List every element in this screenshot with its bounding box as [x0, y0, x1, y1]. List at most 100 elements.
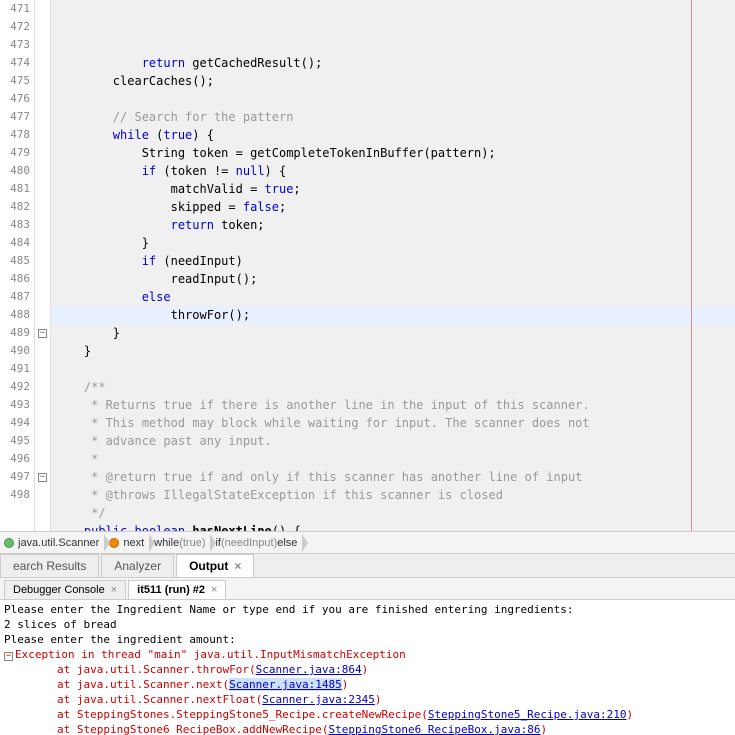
source-link[interactable]: Scanner.java:864 — [256, 663, 362, 676]
line-number: 475 — [0, 72, 30, 90]
panel-tab[interactable]: Output× — [176, 554, 254, 577]
code-line[interactable]: if (token != null) { — [51, 162, 735, 180]
code-line[interactable]: matchValid = true; — [51, 180, 735, 198]
exception-line: −Exception in thread "main" java.util.In… — [4, 647, 731, 662]
source-link[interactable]: Scanner.java:2345 — [262, 693, 375, 706]
source-link[interactable]: Scanner.java:1485 — [229, 678, 342, 691]
breadcrumb-item[interactable]: if (needInput) else — [211, 532, 303, 553]
method-icon — [109, 538, 119, 548]
code-line[interactable]: clearCaches(); — [51, 72, 735, 90]
code-line[interactable]: public boolean hasNextLine() { — [51, 522, 735, 531]
line-number: 482 — [0, 198, 30, 216]
line-number: 486 — [0, 270, 30, 288]
fold-cell — [35, 234, 50, 252]
close-icon[interactable]: × — [211, 584, 217, 596]
fold-cell — [35, 486, 50, 504]
line-number: 488 — [0, 306, 30, 324]
line-number: 483 — [0, 216, 30, 234]
line-number-gutter: 4714724734744754764774784794804814824834… — [0, 0, 35, 531]
fold-cell — [35, 162, 50, 180]
code-line[interactable]: skipped = false; — [51, 198, 735, 216]
code-line[interactable]: if (needInput) — [51, 252, 735, 270]
console-output[interactable]: Please enter the Ingredient Name or type… — [0, 600, 735, 735]
stack-frame: at SteppingStone6_RecipeBox.addNewRecipe… — [4, 722, 731, 735]
code-line[interactable]: } — [51, 342, 735, 360]
collapse-icon[interactable]: − — [4, 652, 13, 661]
fold-cell — [35, 54, 50, 72]
line-number: 491 — [0, 360, 30, 378]
line-number: 492 — [0, 378, 30, 396]
fold-cell — [35, 180, 50, 198]
line-number: 478 — [0, 126, 30, 144]
code-line[interactable] — [51, 90, 735, 108]
code-line[interactable]: readInput(); — [51, 270, 735, 288]
code-line[interactable]: } — [51, 324, 735, 342]
fold-cell — [35, 198, 50, 216]
code-line[interactable]: while (true) { — [51, 126, 735, 144]
source-link[interactable]: SteppingStone6_RecipeBox.java:86 — [329, 723, 541, 735]
line-number: 477 — [0, 108, 30, 126]
line-number: 487 — [0, 288, 30, 306]
breadcrumb-item[interactable]: while (true) — [150, 532, 211, 553]
code-content[interactable]: return getCachedResult(); clearCaches();… — [51, 0, 735, 531]
fold-cell — [35, 216, 50, 234]
fold-cell — [35, 468, 50, 486]
line-number: 472 — [0, 18, 30, 36]
fold-cell — [35, 414, 50, 432]
code-line[interactable]: // Search for the pattern — [51, 108, 735, 126]
breadcrumb-item[interactable]: java.util.Scanner — [0, 532, 105, 553]
line-number: 493 — [0, 396, 30, 414]
panel-tab[interactable]: Analyzer — [101, 554, 174, 577]
code-line[interactable]: * advance past any input. — [51, 432, 735, 450]
stack-frame: at SteppingStones.SteppingStone5_Recipe.… — [4, 707, 731, 722]
output-subtab[interactable]: it511 (run) #2× — [128, 580, 226, 599]
source-link[interactable]: SteppingStone5_Recipe.java:210 — [428, 708, 627, 721]
close-icon[interactable]: × — [111, 584, 117, 596]
stack-frame: at java.util.Scanner.next(Scanner.java:1… — [4, 677, 731, 692]
code-line[interactable]: else — [51, 288, 735, 306]
line-number: 484 — [0, 234, 30, 252]
code-line[interactable]: String token = getCompleteTokenInBuffer(… — [51, 144, 735, 162]
code-line[interactable]: * Returns true if there is another line … — [51, 396, 735, 414]
panel-tab[interactable]: earch Results — [0, 554, 99, 577]
fold-cell — [35, 342, 50, 360]
code-editor: 4714724734744754764774784794804814824834… — [0, 0, 735, 532]
stack-frame: at java.util.Scanner.nextFloat(Scanner.j… — [4, 692, 731, 707]
fold-cell — [35, 360, 50, 378]
line-number: 498 — [0, 486, 30, 504]
close-icon[interactable]: × — [234, 559, 241, 573]
line-number: 495 — [0, 432, 30, 450]
code-line[interactable] — [51, 360, 735, 378]
output-subtabs: Debugger Console×it511 (run) #2× — [0, 578, 735, 600]
code-line[interactable]: throwFor(); — [51, 306, 735, 324]
console-line: 2 slices of bread — [4, 617, 731, 632]
code-line[interactable]: * This method may block while waiting fo… — [51, 414, 735, 432]
margin-rule — [691, 0, 692, 531]
fold-cell — [35, 396, 50, 414]
line-number: 496 — [0, 450, 30, 468]
code-line[interactable]: return getCachedResult(); — [51, 54, 735, 72]
fold-toggle-icon[interactable] — [38, 473, 47, 482]
fold-cell — [35, 72, 50, 90]
code-line[interactable]: * @return true if and only if this scann… — [51, 468, 735, 486]
fold-cell — [35, 270, 50, 288]
fold-cell — [35, 324, 50, 342]
code-line[interactable]: } — [51, 234, 735, 252]
fold-cell — [35, 288, 50, 306]
fold-cell — [35, 306, 50, 324]
fold-toggle-icon[interactable] — [38, 329, 47, 338]
breadcrumb-item[interactable]: next — [105, 532, 150, 553]
stack-frame: at java.util.Scanner.throwFor(Scanner.ja… — [4, 662, 731, 677]
fold-cell — [35, 18, 50, 36]
code-line[interactable]: * @throws IllegalStateException if this … — [51, 486, 735, 504]
code-line[interactable]: /** — [51, 378, 735, 396]
code-line[interactable]: */ — [51, 504, 735, 522]
code-line[interactable]: * — [51, 450, 735, 468]
code-line[interactable]: return token; — [51, 216, 735, 234]
fold-cell — [35, 432, 50, 450]
fold-cell — [35, 126, 50, 144]
output-subtab[interactable]: Debugger Console× — [4, 580, 126, 599]
line-number: 490 — [0, 342, 30, 360]
line-number: 485 — [0, 252, 30, 270]
fold-cell — [35, 144, 50, 162]
